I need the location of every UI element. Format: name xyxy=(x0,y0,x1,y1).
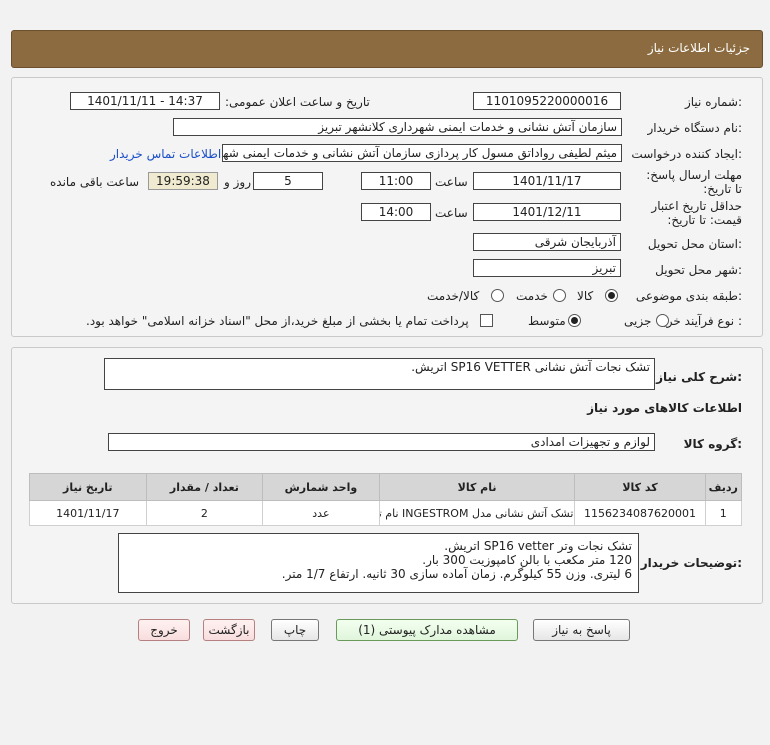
validity-time-field: 14:00 xyxy=(361,203,431,221)
cell-name: تشک آتش نشانی مدل INGESTROM نام تجارتی ن… xyxy=(378,500,576,526)
category-label: طبقه بندی موضوعی: xyxy=(635,289,742,303)
goods-table-header-row: ردیف کد کالا نام کالا واحد شمارش تعداد /… xyxy=(29,473,743,501)
col-row: ردیف xyxy=(704,473,743,501)
announce-datetime-label: تاریخ و ساعت اعلان عمومی: xyxy=(225,95,370,109)
process-type-label: نوع فرآیند خرید : xyxy=(657,314,742,328)
category-option-goods: کالا xyxy=(577,289,594,303)
goods-table: ردیف کد کالا نام کالا واحد شمارش تعداد /… xyxy=(29,473,743,526)
need-summary-label: شرح کلی نیاز: xyxy=(656,370,742,384)
buyer-notes-box: تشک نجات وتر SP16 vetter اتریش. 120 متر … xyxy=(118,533,639,593)
validity-date-field: 1401/12/11 xyxy=(473,203,621,221)
process-option-medium: متوسط xyxy=(528,314,566,328)
goods-group-field: لوازم و تجهیزات امدادی xyxy=(108,433,655,451)
cell-row: 1 xyxy=(704,500,743,526)
category-radio-goods[interactable] xyxy=(605,289,618,302)
remaining-time-label: ساعت باقی مانده xyxy=(50,175,140,189)
buyer-contact-link[interactable]: اطلاعات تماس خریدار xyxy=(110,147,221,161)
buyer-notes-line-3: 6 لیتری. وزن 55 کیلوگرم. زمان آماده سازی… xyxy=(281,567,632,581)
category-option-service: خدمت xyxy=(516,289,548,303)
exit-button[interactable]: خروج xyxy=(138,619,190,641)
need-number-label: شماره نیاز: xyxy=(684,95,742,109)
reply-button[interactable]: پاسخ به نیاز xyxy=(533,619,630,641)
page-header: جزئیات اطلاعات نیاز xyxy=(11,30,763,68)
process-option-minor: جزیی xyxy=(624,314,652,328)
process-radio-minor[interactable] xyxy=(656,314,669,327)
province-field: آذربایجان شرقی xyxy=(473,233,621,251)
creator-field: میثم لطیفی رواداتق مسول کار پردازی سازما… xyxy=(222,144,622,162)
col-code: کد کالا xyxy=(574,473,706,501)
need-summary-field: تشک نجات آتش نشانی SP16 VETTER اتریش. xyxy=(104,358,655,390)
buyer-org-field: سازمان آتش نشانی و خدمات ایمنی شهرداری ک… xyxy=(173,118,622,136)
table-row: 1 1156234087620001 تشک آتش نشانی مدل ING… xyxy=(29,500,743,526)
need-number-field: 1101095220000016 xyxy=(473,92,621,110)
validity-time-label: ساعت xyxy=(435,206,468,220)
reply-deadline-label: مهلت ارسال پاسخ: تا تاریخ: xyxy=(642,168,742,196)
goods-info-title: اطلاعات کالاهای مورد نیاز xyxy=(587,401,742,415)
col-unit: واحد شمارش xyxy=(262,473,380,501)
reply-date-field: 1401/11/17 xyxy=(473,172,621,190)
remaining-time-field: 19:59:38 xyxy=(148,172,218,190)
print-button[interactable]: چاپ xyxy=(271,619,319,641)
treasury-payment-checkbox[interactable] xyxy=(480,314,493,327)
reply-time-label: ساعت xyxy=(435,175,468,189)
goods-group-label: گروه کالا: xyxy=(683,437,742,451)
category-option-goods-service: کالا/خدمت xyxy=(427,289,480,303)
creator-label: ایجاد کننده درخواست: xyxy=(631,147,742,161)
validity-label: حداقل تاریخ اعتبار قیمت: تا تاریخ: xyxy=(642,199,742,227)
reply-deadline-label-text: مهلت ارسال پاسخ: تا تاریخ: xyxy=(646,168,742,196)
announce-datetime-field: 1401/11/11 - 14:37 xyxy=(70,92,220,110)
col-quantity: تعداد / مقدار xyxy=(145,473,264,501)
back-button[interactable]: بازگشت xyxy=(203,619,255,641)
process-radio-medium[interactable] xyxy=(568,314,581,327)
col-date: تاریخ نیاز xyxy=(29,473,147,501)
buyer-notes-line-1: تشک نجات وتر SP16 vetter اتریش. xyxy=(444,539,632,553)
cell-date: 1401/11/17 xyxy=(29,500,147,526)
cell-unit: عدد xyxy=(262,500,380,526)
reply-time-field: 11:00 xyxy=(361,172,431,190)
buyer-notes-line-2: 120 متر مکعب با بالن کامپوزیت 300 بار. xyxy=(422,553,632,567)
category-radio-service[interactable] xyxy=(553,289,566,302)
cell-code: 1156234087620001 xyxy=(574,500,706,526)
province-label: استان محل تحویل: xyxy=(647,237,742,251)
city-field: تبریز xyxy=(473,259,621,277)
buyer-org-label: نام دستگاه خریدار: xyxy=(647,121,743,135)
buyer-notes-label: توضیحات خریدار: xyxy=(640,556,742,570)
days-label: روز و xyxy=(224,175,251,189)
cell-quantity: 2 xyxy=(145,500,264,526)
treasury-payment-note: پرداخت تمام یا بخشی از مبلغ خرید،از محل … xyxy=(86,314,469,328)
page-title: جزئیات اطلاعات نیاز xyxy=(647,41,750,55)
view-attachments-button[interactable]: مشاهده مدارک پیوستی (1) xyxy=(336,619,518,641)
days-field: 5 xyxy=(253,172,323,190)
category-radio-goods-service[interactable] xyxy=(491,289,504,302)
validity-label-text: حداقل تاریخ اعتبار قیمت: تا تاریخ: xyxy=(651,199,742,227)
city-label: شهر محل تحویل: xyxy=(655,263,742,277)
col-name: نام کالا xyxy=(378,473,576,501)
